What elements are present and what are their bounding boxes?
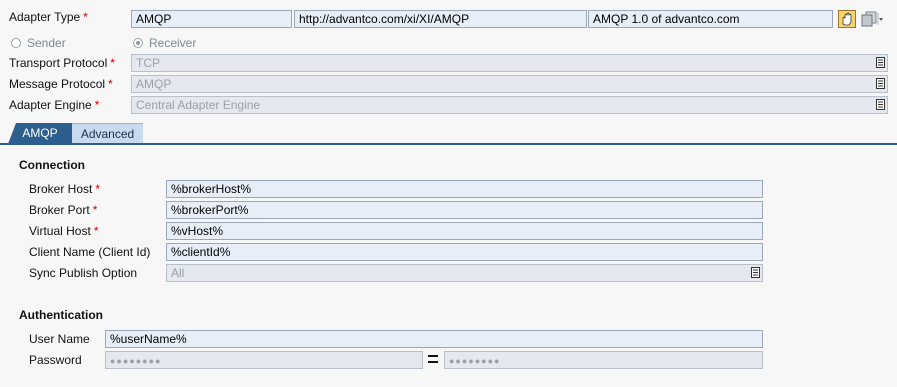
required-marker: * — [110, 56, 115, 70]
message-protocol-select[interactable]: AMQP — [131, 75, 888, 93]
user-name-text: User Name — [29, 332, 90, 346]
tab-amqp[interactable]: AMQP — [8, 123, 72, 144]
client-name-label: Client Name (Client Id) — [29, 245, 150, 259]
tab-amqp-label: AMQP — [22, 126, 58, 140]
required-marker: * — [94, 98, 100, 112]
transport-protocol-select[interactable]: TCP — [131, 54, 888, 72]
select-list-icon[interactable] — [751, 267, 760, 278]
equals-icon — [428, 355, 438, 363]
virtual-host-value: %vHost% — [171, 224, 224, 238]
client-name-text: Client Name (Client Id) — [29, 245, 151, 259]
message-protocol-text: Message Protocol — [9, 77, 106, 91]
adapter-swcv-field[interactable]: AMQP 1.0 of advantco.com — [588, 10, 833, 28]
broker-host-field[interactable]: %brokerHost% — [166, 180, 763, 198]
password-field[interactable]: ●●●●●●●● — [105, 351, 423, 369]
adapter-namespace-value: http://advantco.com/xi/XI/AMQP — [299, 12, 470, 26]
virtual-host-label: Virtual Host * — [29, 224, 98, 238]
broker-port-value: %brokerPort% — [171, 203, 249, 217]
broker-port-field[interactable]: %brokerPort% — [166, 201, 763, 219]
receiver-radio[interactable]: Receiver — [133, 36, 196, 50]
message-protocol-value: AMQP — [136, 77, 172, 91]
sender-radio-button[interactable] — [11, 38, 21, 48]
required-marker: * — [92, 203, 98, 217]
client-name-value: %clientId% — [171, 245, 231, 259]
virtual-host-field[interactable]: %vHost% — [166, 222, 763, 240]
password-confirm-field[interactable]: ●●●●●●●● — [444, 351, 763, 369]
broker-port-label: Broker Port * — [29, 203, 97, 217]
sync-publish-select[interactable]: All — [166, 264, 763, 282]
receiver-label: Receiver — [149, 36, 197, 50]
user-name-value: %userName% — [110, 332, 187, 346]
transport-protocol-label: Transport Protocol * — [9, 56, 115, 70]
sender-label: Sender — [27, 36, 66, 50]
tab-strip-divider — [0, 143, 897, 145]
connection-title: Connection — [19, 158, 85, 172]
adapter-engine-value: Central Adapter Engine — [136, 98, 261, 112]
message-protocol-label: Message Protocol * — [9, 77, 113, 91]
tab-advanced-label: Advanced — [80, 127, 135, 141]
select-list-icon[interactable] — [876, 57, 885, 68]
copy-icon[interactable] — [861, 11, 885, 27]
adapter-type-text: Adapter Type — [9, 10, 81, 24]
virtual-host-text: Virtual Host — [29, 224, 91, 238]
broker-host-text: Broker Host — [29, 182, 93, 196]
sync-publish-text: Sync Publish Option — [29, 266, 138, 280]
password-label: Password — [29, 353, 82, 367]
user-name-label: User Name — [29, 332, 90, 346]
authentication-title: Authentication — [19, 308, 103, 322]
adapter-name-value: AMQP — [136, 12, 172, 26]
hand-icon[interactable] — [838, 10, 856, 28]
adapter-engine-text: Adapter Engine — [9, 98, 92, 112]
adapter-name-field[interactable]: AMQP — [131, 10, 292, 28]
user-name-field[interactable]: %userName% — [105, 330, 763, 348]
adapter-engine-label: Adapter Engine * — [9, 98, 99, 112]
client-name-field[interactable]: %clientId% — [166, 243, 763, 261]
required-marker: * — [95, 182, 101, 196]
password-text: Password — [29, 353, 82, 367]
sync-publish-label: Sync Publish Option — [29, 266, 137, 280]
required-marker: * — [83, 10, 88, 24]
select-list-icon[interactable] — [876, 99, 885, 110]
transport-protocol-text: Transport Protocol — [9, 56, 108, 70]
tab-advanced[interactable]: Advanced — [72, 123, 143, 144]
select-list-icon[interactable] — [876, 78, 885, 89]
password-confirm-mask: ●●●●●●●● — [449, 356, 501, 366]
receiver-radio-button[interactable] — [133, 38, 143, 48]
adapter-type-label: Adapter Type * — [9, 10, 88, 24]
adapter-namespace-field[interactable]: http://advantco.com/xi/XI/AMQP — [294, 10, 587, 28]
sender-radio[interactable]: Sender — [11, 36, 66, 50]
password-mask: ●●●●●●●● — [110, 356, 162, 366]
sync-publish-value: All — [171, 266, 185, 280]
broker-host-value: %brokerHost% — [171, 182, 252, 196]
required-marker: * — [93, 224, 99, 238]
transport-protocol-value: TCP — [136, 56, 160, 70]
broker-port-text: Broker Port — [29, 203, 90, 217]
required-marker: * — [108, 77, 113, 91]
adapter-engine-select[interactable]: Central Adapter Engine — [131, 96, 888, 114]
adapter-swcv-value: AMQP 1.0 of advantco.com — [593, 12, 740, 26]
broker-host-label: Broker Host * — [29, 182, 100, 196]
